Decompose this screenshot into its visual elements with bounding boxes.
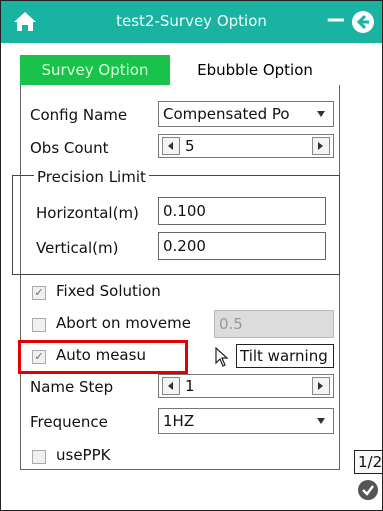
abort-on-movement-label: Abort on moveme bbox=[56, 314, 191, 332]
tab-bar: Survey Option Ebubble Option bbox=[20, 55, 338, 85]
horizontal-label: Horizontal(m) bbox=[36, 204, 139, 222]
frequence-label: Frequence bbox=[30, 413, 108, 431]
auto-measure-checkbox[interactable]: ✓ bbox=[32, 350, 46, 364]
vertical-input[interactable]: 0.200 bbox=[158, 232, 326, 260]
back-arrow-icon[interactable] bbox=[351, 10, 375, 34]
abort-on-movement-input: 0.5 bbox=[214, 310, 334, 338]
name-step-stepper[interactable]: 1 bbox=[158, 374, 334, 398]
obs-count-label: Obs Count bbox=[30, 139, 109, 157]
obs-count-stepper[interactable]: 5 bbox=[158, 134, 334, 158]
increment-button[interactable] bbox=[312, 137, 330, 155]
fixed-solution-label: Fixed Solution bbox=[56, 282, 161, 300]
minus-icon[interactable]: − bbox=[325, 7, 347, 33]
tab-ebubble-option[interactable]: Ebubble Option bbox=[172, 55, 338, 85]
fixed-solution-checkbox[interactable]: ✓ bbox=[32, 286, 46, 300]
chevron-down-icon bbox=[317, 111, 325, 117]
decrement-button[interactable] bbox=[162, 137, 180, 155]
name-step-value: 1 bbox=[185, 377, 195, 395]
config-name-label: Config Name bbox=[30, 106, 128, 124]
precision-limit-group bbox=[12, 175, 340, 275]
vertical-label: Vertical(m) bbox=[36, 239, 119, 257]
obs-count-value: 5 bbox=[185, 137, 195, 155]
horizontal-input[interactable]: 0.100 bbox=[158, 197, 326, 225]
frequence-select[interactable]: 1HZ bbox=[158, 408, 334, 434]
auto-measure-label: Auto measu bbox=[56, 346, 146, 364]
increment-button[interactable] bbox=[312, 377, 330, 395]
config-name-select[interactable]: Compensated Po bbox=[158, 101, 334, 127]
arrow-right-icon bbox=[318, 382, 323, 390]
title-bar: test2-Survey Option − bbox=[1, 1, 382, 43]
page-indicator-button[interactable]: 1/2 bbox=[354, 450, 383, 474]
name-step-label: Name Step bbox=[30, 378, 114, 396]
tab-survey-option[interactable]: Survey Option bbox=[20, 55, 170, 85]
precision-limit-title: Precision Limit bbox=[34, 168, 149, 186]
tilt-warning-label: Tilt warning bbox=[240, 347, 328, 365]
tilt-warning-checkbox[interactable]: Tilt warning bbox=[236, 344, 334, 368]
arrow-left-icon bbox=[168, 382, 173, 390]
use-ppk-checkbox[interactable] bbox=[32, 450, 46, 464]
config-name-value: Compensated Po bbox=[163, 105, 290, 123]
decrement-button[interactable] bbox=[162, 377, 180, 395]
use-ppk-label: usePPK bbox=[56, 446, 111, 464]
cursor-pointer-icon bbox=[215, 347, 229, 367]
arrow-left-icon bbox=[168, 142, 173, 150]
arrow-right-icon bbox=[318, 142, 323, 150]
chevron-down-icon bbox=[317, 418, 325, 424]
frequence-value: 1HZ bbox=[163, 412, 195, 430]
abort-on-movement-checkbox[interactable] bbox=[32, 318, 46, 332]
checkmark-circle-icon[interactable] bbox=[357, 479, 379, 501]
